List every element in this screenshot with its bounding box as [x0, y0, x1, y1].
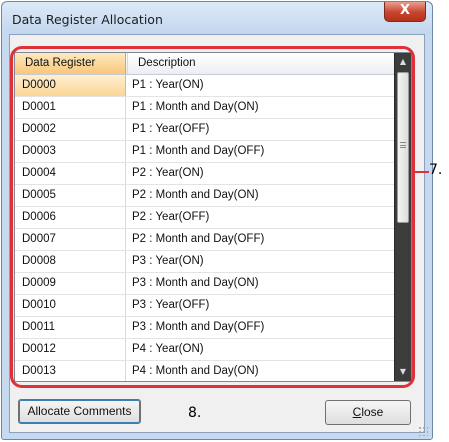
table-row[interactable]: D0010 P3 : Year(OFF) [15, 295, 396, 317]
table-row[interactable]: D0005 P2 : Month and Day(ON) [15, 185, 396, 207]
close-button[interactable]: Close [325, 400, 411, 425]
description-cell[interactable]: P2 : Year(OFF) [127, 207, 396, 228]
table-row[interactable]: D0003 P1 : Month and Day(OFF) [15, 141, 396, 163]
register-cell[interactable]: D0000 [15, 75, 126, 96]
table-row[interactable]: D0007 P2 : Month and Day(OFF) [15, 229, 396, 251]
register-cell[interactable]: D0009 [15, 273, 126, 294]
description-cell[interactable]: P1 : Year(OFF) [127, 119, 396, 140]
description-cell[interactable]: P2 : Month and Day(ON) [127, 185, 396, 206]
close-window-icon[interactable]: X [384, 2, 426, 22]
table-row[interactable]: D0009 P3 : Month and Day(ON) [15, 273, 396, 295]
callout-leader-line [415, 171, 429, 173]
scrollbar-thumb[interactable] [397, 72, 409, 223]
scroll-up-icon[interactable]: ▲ [396, 55, 410, 69]
register-cell[interactable]: D0007 [15, 229, 126, 250]
column-header-description[interactable]: Description [127, 53, 396, 74]
callout-label-grid: 7. [429, 162, 443, 178]
description-cell[interactable]: P3 : Month and Day(OFF) [127, 317, 396, 338]
register-cell[interactable]: D0005 [15, 185, 126, 206]
grid-header: Data Register Description [15, 53, 396, 75]
table-row[interactable]: D0002 P1 : Year(OFF) [15, 119, 396, 141]
table-row[interactable]: D0012 P4 : Year(ON) [15, 339, 396, 361]
register-cell[interactable]: D0001 [15, 97, 126, 118]
table-row[interactable]: D0008 P3 : Year(ON) [15, 251, 396, 273]
register-cell[interactable]: D0002 [15, 119, 126, 140]
description-cell[interactable]: P4 : Month and Day(ON) [127, 361, 396, 381]
callout-label-button: 8. [188, 405, 202, 421]
table-row[interactable]: D0013 P4 : Month and Day(ON) [15, 361, 396, 381]
register-cell[interactable]: D0012 [15, 339, 126, 360]
register-cell[interactable]: D0008 [15, 251, 126, 272]
register-grid[interactable]: Data Register Description D0000 P1 : Year… [14, 52, 412, 382]
grid-rows: D0000 P1 : Year(ON) D0001 P1 : Month and Da… [15, 75, 396, 381]
column-header-data-register[interactable]: Data Register [15, 53, 126, 74]
allocate-comments-button[interactable]: Allocate Comments [18, 399, 141, 424]
description-cell[interactable]: P2 : Month and Day(OFF) [127, 229, 396, 250]
vertical-scrollbar[interactable]: ▲ ▼ [394, 53, 411, 381]
description-cell[interactable]: P3 : Year(ON) [127, 251, 396, 272]
table-row[interactable]: D0000 P1 : Year(ON) [15, 75, 396, 97]
register-cell[interactable]: D0006 [15, 207, 126, 228]
register-cell[interactable]: D0010 [15, 295, 126, 316]
description-cell[interactable]: P1 : Month and Day(OFF) [127, 141, 396, 162]
description-cell[interactable]: P3 : Year(OFF) [127, 295, 396, 316]
scroll-down-icon[interactable]: ▼ [396, 365, 410, 379]
close-button-label: lose [361, 405, 384, 419]
resize-grip-icon[interactable] [418, 426, 428, 436]
description-cell[interactable]: P3 : Month and Day(ON) [127, 273, 396, 294]
description-cell[interactable]: P4 : Year(ON) [127, 339, 396, 360]
table-row[interactable]: D0004 P2 : Year(ON) [15, 163, 396, 185]
description-cell[interactable]: P1 : Year(ON) [127, 75, 396, 96]
register-cell[interactable]: D0013 [15, 361, 126, 381]
window-title: Data Register Allocation [12, 12, 163, 27]
description-cell[interactable]: P1 : Month and Day(ON) [127, 97, 396, 118]
table-row[interactable]: D0006 P2 : Year(OFF) [15, 207, 396, 229]
grip-icon [400, 142, 406, 148]
register-cell[interactable]: D0003 [15, 141, 126, 162]
register-cell[interactable]: D0011 [15, 317, 126, 338]
table-row[interactable]: D0001 P1 : Month and Day(ON) [15, 97, 396, 119]
description-cell[interactable]: P2 : Year(ON) [127, 163, 396, 184]
title-bar[interactable]: Data Register Allocation X [2, 2, 432, 34]
table-row[interactable]: D0011 P3 : Month and Day(OFF) [15, 317, 396, 339]
register-cell[interactable]: D0004 [15, 163, 126, 184]
